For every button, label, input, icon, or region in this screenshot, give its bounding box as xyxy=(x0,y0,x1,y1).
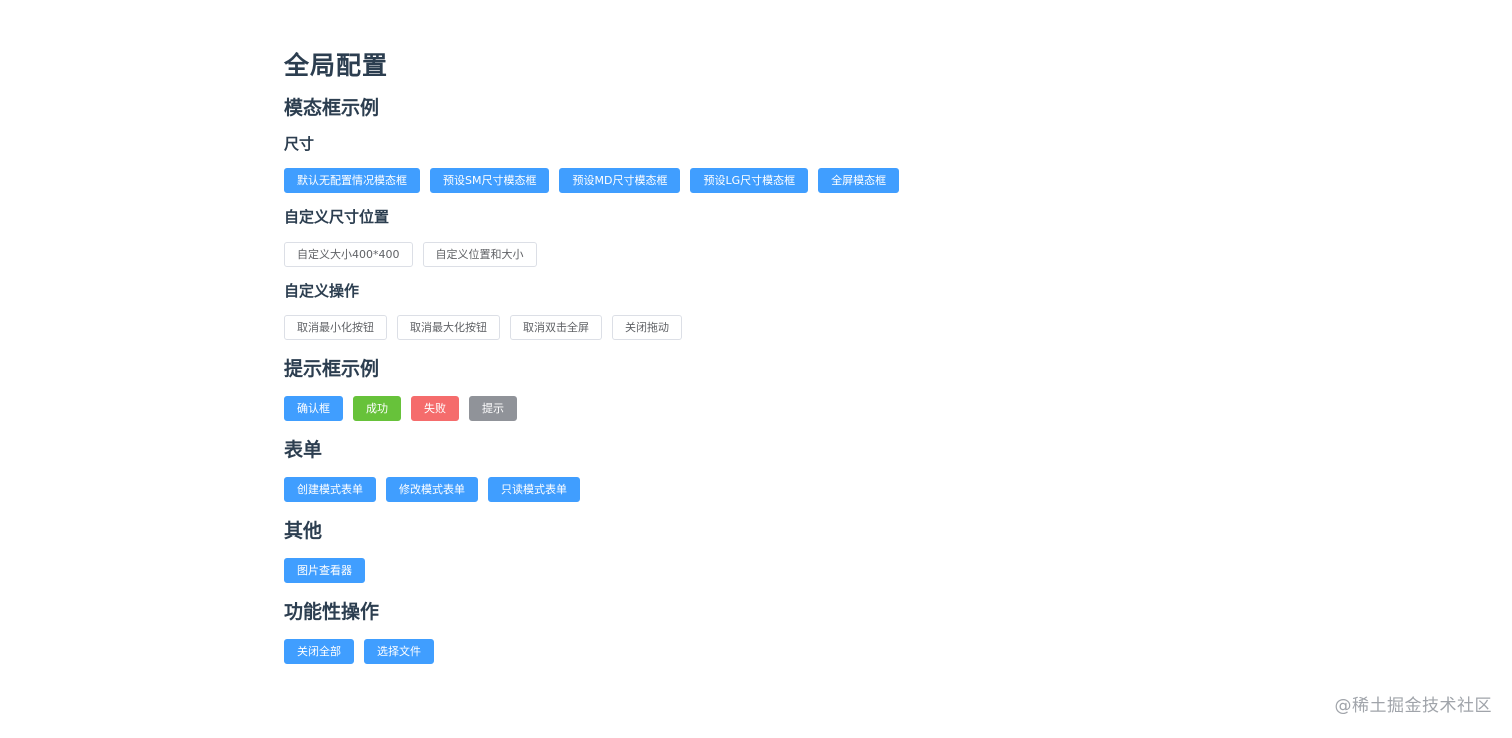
page: 全局配置 模态框示例 尺寸 默认无配置情况模态框 预设SM尺寸模态框 预设MD尺… xyxy=(0,0,1512,738)
edit-form-button[interactable]: 修改模式表单 xyxy=(386,477,478,502)
confirm-button[interactable]: 确认框 xyxy=(284,396,343,421)
custom-size-buttons-row: 自定义大小400*400 自定义位置和大小 xyxy=(284,242,1184,267)
disable-dblclick-fullscreen-button[interactable]: 取消双击全屏 xyxy=(510,315,602,340)
prompt-buttons-row: 确认框 成功 失败 提示 xyxy=(284,396,1184,421)
custom-position-size-button[interactable]: 自定义位置和大小 xyxy=(422,242,537,267)
close-all-button[interactable]: 关闭全部 xyxy=(284,639,354,664)
md-modal-button[interactable]: 预设MD尺寸模态框 xyxy=(559,168,681,193)
section-title-other: 其他 xyxy=(284,520,323,542)
disable-maximize-button[interactable]: 取消最大化按钮 xyxy=(397,315,500,340)
default-modal-button[interactable]: 默认无配置情况模态框 xyxy=(284,168,420,193)
section-title-function: 功能性操作 xyxy=(284,601,380,623)
image-viewer-button[interactable]: 图片查看器 xyxy=(284,558,365,583)
form-buttons-row: 创建模式表单 修改模式表单 只读模式表单 xyxy=(284,477,1184,502)
watermark: @稀土掘金技术社区 xyxy=(1334,696,1492,716)
disable-drag-button[interactable]: 关闭拖动 xyxy=(612,315,682,340)
lg-modal-button[interactable]: 预设LG尺寸模态框 xyxy=(690,168,809,193)
other-buttons-row: 图片查看器 xyxy=(284,558,1184,583)
function-buttons-row: 关闭全部 选择文件 xyxy=(284,639,1184,664)
section-title-modal: 模态框示例 xyxy=(284,97,380,119)
sm-modal-button[interactable]: 预设SM尺寸模态框 xyxy=(430,168,550,193)
page-title: 全局配置 xyxy=(284,51,389,80)
custom-size-400-button[interactable]: 自定义大小400*400 xyxy=(284,242,413,267)
fullscreen-modal-button[interactable]: 全屏模态框 xyxy=(818,168,900,193)
custom-actions-buttons-row: 取消最小化按钮 取消最大化按钮 取消双击全屏 关闭拖动 xyxy=(284,315,1184,340)
section-title-form: 表单 xyxy=(284,439,323,461)
readonly-form-button[interactable]: 只读模式表单 xyxy=(488,477,580,502)
success-button[interactable]: 成功 xyxy=(353,396,401,421)
subsection-title-size: 尺寸 xyxy=(284,135,315,153)
disable-minimize-button[interactable]: 取消最小化按钮 xyxy=(284,315,387,340)
main-content: 全局配置 模态框示例 尺寸 默认无配置情况模态框 预设SM尺寸模态框 预设MD尺… xyxy=(284,48,1184,664)
select-file-button[interactable]: 选择文件 xyxy=(364,639,434,664)
section-title-prompt: 提示框示例 xyxy=(284,358,380,380)
subsection-title-custom-size: 自定义尺寸位置 xyxy=(284,208,390,226)
subsection-title-custom-actions: 自定义操作 xyxy=(284,282,360,300)
hint-button[interactable]: 提示 xyxy=(469,396,517,421)
create-form-button[interactable]: 创建模式表单 xyxy=(284,477,376,502)
fail-button[interactable]: 失败 xyxy=(411,396,459,421)
size-buttons-row: 默认无配置情况模态框 预设SM尺寸模态框 预设MD尺寸模态框 预设LG尺寸模态框… xyxy=(284,168,1184,193)
